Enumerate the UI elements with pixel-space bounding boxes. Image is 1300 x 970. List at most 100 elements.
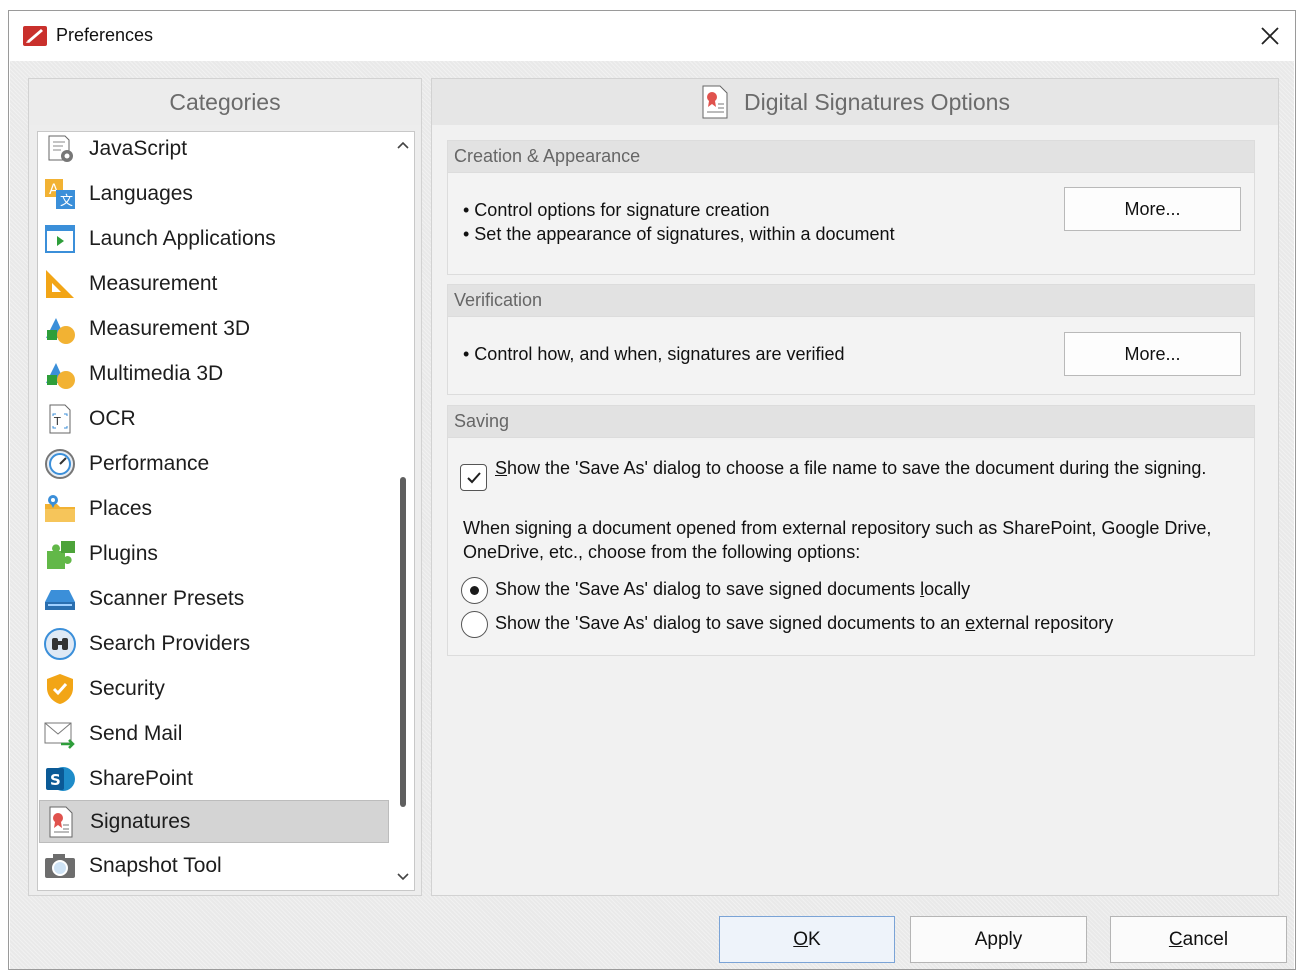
scanner-icon: [43, 582, 77, 616]
label-text: Show the 'Save As' dialog to save signed…: [495, 579, 921, 599]
category-item-measurement-3d[interactable]: Measurement 3D: [39, 307, 389, 350]
svg-text:T: T: [53, 415, 61, 428]
options-title: Digital Signatures Options: [744, 88, 1010, 115]
group-title: Creation & Appearance: [448, 141, 1254, 173]
options-panel: Digital Signatures Options Creation & Ap…: [431, 78, 1279, 896]
verification-more-button[interactable]: More...: [1064, 332, 1241, 376]
svg-text:文: 文: [60, 194, 73, 209]
places-icon: [43, 492, 77, 526]
digital-signature-icon: [702, 85, 728, 119]
accelerator-key: e: [965, 613, 976, 633]
category-item-multimedia-3d[interactable]: Multimedia 3D: [39, 352, 389, 395]
category-label: Multimedia 3D: [89, 361, 224, 385]
app-logo-icon: [23, 26, 47, 46]
ok-button[interactable]: OK: [719, 916, 895, 963]
window-title: Preferences: [56, 25, 154, 45]
categories-scrollbar[interactable]: [392, 132, 414, 890]
category-item-snapshot-tool[interactable]: Snapshot Tool: [39, 844, 389, 887]
category-item-security[interactable]: Security: [39, 667, 389, 710]
category-item-plugins[interactable]: Plugins: [39, 532, 389, 575]
label-text: ocally: [924, 579, 971, 599]
creation-appearance-group: Creation & Appearance • Control options …: [447, 140, 1255, 275]
performance-icon: [43, 447, 77, 481]
category-item-send-mail[interactable]: Send Mail: [39, 712, 389, 755]
save-external-label[interactable]: Show the 'Save As' dialog to save signed…: [495, 613, 1113, 634]
save-locally-radio[interactable]: [461, 577, 488, 604]
category-label: OCR: [89, 406, 136, 430]
category-item-ocr[interactable]: T OCR: [39, 397, 389, 440]
category-label: Measurement 3D: [89, 316, 251, 340]
svg-text:S: S: [50, 771, 61, 789]
saving-group: Saving Show the 'Save As' dialog to choo…: [447, 405, 1255, 656]
signatures-icon: [44, 805, 78, 839]
chevron-down-icon: [397, 873, 409, 881]
category-item-javascript[interactable]: JavaScript: [39, 132, 389, 170]
save-as-checkbox-label[interactable]: Show the 'Save As' dialog to choose a fi…: [495, 456, 1215, 480]
category-label: Languages: [89, 181, 193, 205]
measurement-3d-icon: [43, 312, 77, 346]
category-item-scanner-presets[interactable]: Scanner Presets: [39, 577, 389, 620]
bullet-text: • Set the appearance of signatures, with…: [463, 224, 895, 244]
scroll-thumb[interactable]: [400, 477, 406, 807]
category-label: Plugins: [89, 541, 158, 565]
javascript-icon: [43, 132, 77, 166]
category-item-languages[interactable]: A文 Languages: [39, 172, 389, 215]
security-shield-icon: [43, 672, 77, 706]
categories-list[interactable]: JavaScript A文 Languages Launch Applicati…: [37, 131, 415, 891]
apply-button[interactable]: Apply: [910, 916, 1087, 963]
options-header: Digital Signatures Options: [432, 79, 1278, 125]
camera-icon: [43, 849, 77, 883]
accelerator-key: S: [495, 458, 508, 478]
label-text: how the 'Save As' dialog to choose a fil…: [507, 458, 1207, 478]
close-icon: [1261, 27, 1279, 45]
bullet-text: • Control how, and when, signatures are …: [463, 344, 845, 364]
creation-more-button[interactable]: More...: [1064, 187, 1241, 231]
scroll-down-button[interactable]: [392, 866, 414, 888]
category-item-performance[interactable]: Performance: [39, 442, 389, 485]
category-label: Places: [89, 496, 153, 520]
category-item-search-providers[interactable]: Search Providers: [39, 622, 389, 665]
languages-icon: A文: [43, 177, 77, 211]
preferences-dialog: Preferences Categories JavaScript A文 Lan…: [8, 10, 1296, 970]
button-label: K: [808, 928, 821, 950]
categories-header: Categories: [29, 79, 421, 125]
ocr-icon: T: [43, 402, 77, 436]
multimedia-3d-icon: [43, 357, 77, 391]
title-bar: Preferences: [9, 11, 1295, 59]
category-item-launch-applications[interactable]: Launch Applications: [39, 217, 389, 260]
close-button[interactable]: [1251, 19, 1289, 53]
category-label: Security: [89, 676, 165, 700]
category-item-measurement[interactable]: Measurement: [39, 262, 389, 305]
cancel-button[interactable]: Cancel: [1110, 916, 1287, 963]
scroll-up-button[interactable]: [392, 134, 414, 156]
send-mail-icon: [43, 717, 77, 751]
save-external-repository-radio[interactable]: [461, 611, 488, 638]
bullet-text: • Control options for signature creation: [463, 200, 770, 220]
categories-panel: Categories JavaScript A文 Languages Launc…: [28, 78, 422, 896]
save-as-dialog-checkbox[interactable]: [460, 464, 487, 491]
category-label: Scanner Presets: [89, 586, 245, 610]
category-item-signatures[interactable]: Signatures: [39, 800, 389, 843]
save-locally-label[interactable]: Show the 'Save As' dialog to save signed…: [495, 579, 970, 600]
category-label: Launch Applications: [89, 226, 276, 250]
accelerator-key: C: [1168, 928, 1183, 950]
accelerator-key: O: [793, 928, 809, 950]
group-title: Verification: [448, 285, 1254, 317]
category-label: Signatures: [90, 809, 191, 833]
label-text: xternal repository: [975, 613, 1114, 633]
category-label: JavaScript: [89, 136, 188, 160]
sharepoint-icon: S: [43, 762, 77, 796]
category-label: Send Mail: [89, 721, 183, 745]
category-label: Search Providers: [89, 631, 251, 655]
plugins-icon: [43, 537, 77, 571]
button-label: ancel: [1182, 928, 1229, 950]
category-item-places[interactable]: Places: [39, 487, 389, 530]
category-label: Measurement: [89, 271, 218, 295]
chevron-up-icon: [397, 141, 409, 149]
dialog-body: Categories JavaScript A文 Languages Launc…: [10, 61, 1294, 969]
category-label: SharePoint: [89, 766, 193, 790]
measurement-icon: [43, 267, 77, 301]
category-label: Snapshot Tool: [89, 853, 222, 877]
label-text: Show the 'Save As' dialog to save signed…: [495, 613, 966, 633]
category-item-sharepoint[interactable]: S SharePoint: [39, 757, 389, 800]
